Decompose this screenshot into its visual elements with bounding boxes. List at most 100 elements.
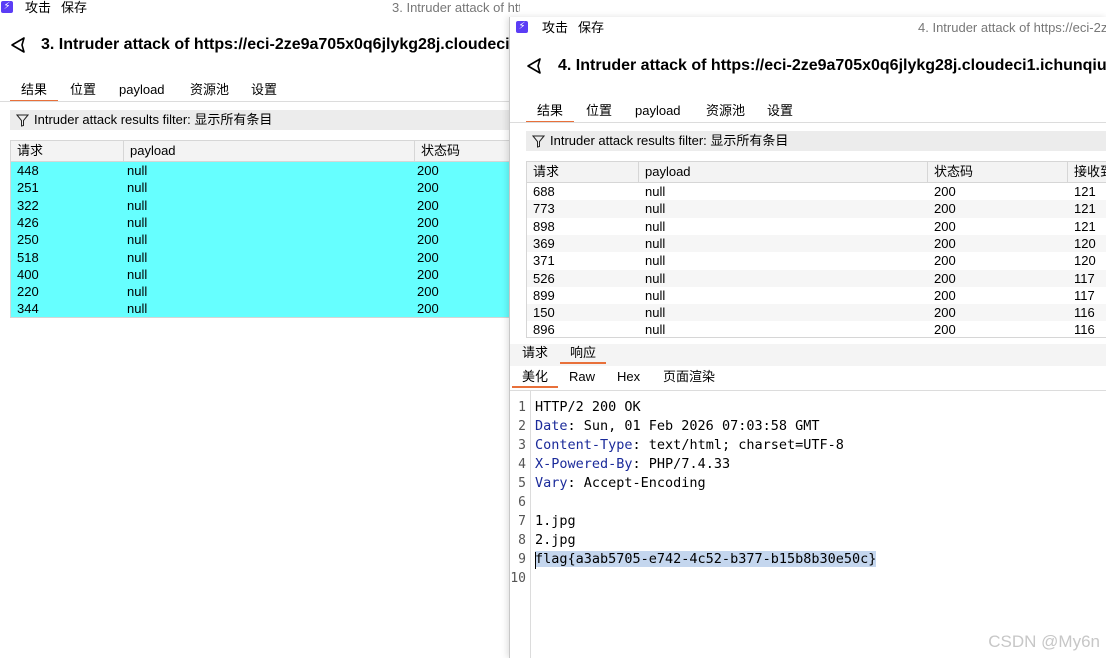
tab-settings[interactable]: 设置 — [756, 101, 804, 121]
intruder-window-3: ⚡ 攻击 保存 3. Intruder attack of https://ec… — [0, 0, 520, 658]
table-header: 请求 payload 状态码 接收到 — [527, 162, 1106, 183]
table-row[interactable]: 773 null 200 121 — [527, 200, 1106, 218]
table-cell: null — [127, 284, 148, 300]
table-cell: 200 — [417, 214, 439, 230]
table-cell: 322 — [17, 197, 39, 213]
table-row[interactable]: 250 null 200 — [11, 231, 511, 249]
attack-tabs: 结果 位置 payload 资源池 设置 — [526, 101, 1086, 123]
column-request[interactable]: 请求 — [11, 141, 124, 161]
tab-request[interactable]: 请求 — [512, 344, 558, 362]
table-cell: 117 — [1074, 270, 1095, 286]
tab-hex[interactable]: Hex — [607, 368, 650, 386]
table-row[interactable]: 426 null 200 — [11, 213, 511, 232]
table-row[interactable]: 322 null 200 — [11, 196, 511, 214]
table-row[interactable]: 371 null 200 120 — [527, 252, 1106, 269]
table-row[interactable]: 899 null 200 117 — [527, 287, 1106, 304]
table-cell: 200 — [417, 232, 439, 248]
table-row[interactable]: 526 null 200 117 — [527, 269, 1106, 287]
table-row[interactable]: 344 null 200 — [11, 300, 511, 317]
column-request[interactable]: 请求 — [527, 162, 639, 182]
tab-settings[interactable]: 设置 — [240, 80, 288, 100]
column-status[interactable]: 状态码 — [415, 141, 511, 161]
header-key: Date — [535, 418, 568, 434]
line-number: 6 — [518, 495, 526, 510]
results-filter-bar[interactable]: Intruder attack results filter: 显示所有条目 — [526, 131, 1106, 151]
intruder-icon — [527, 58, 541, 74]
table-cell: 121 — [1074, 218, 1096, 234]
flag-line: flag{a3ab5705-e742-4c52-b377-b15b8b30e50… — [535, 551, 877, 567]
table-cell: 116 — [1074, 305, 1095, 321]
table-cell: 400 — [17, 266, 39, 282]
line-number: 9 — [518, 552, 526, 567]
response-line: Vary: Accept-Encoding — [535, 475, 706, 491]
tab-resource-pool[interactable]: 资源池 — [695, 101, 756, 121]
line-text: HTTP/2 200 OK — [535, 399, 641, 415]
table-row[interactable]: 220 null 200 — [11, 283, 511, 301]
tab-pretty[interactable]: 美化 — [512, 368, 559, 388]
tab-render[interactable]: 页面渲染 — [653, 368, 725, 386]
tab-results[interactable]: 结果 — [526, 101, 575, 123]
tab-resource-pool[interactable]: 资源池 — [179, 80, 240, 100]
window-title: 4. Intruder attack of https://eci-2z — [918, 20, 1106, 35]
table-cell: null — [127, 301, 148, 317]
tab-payload[interactable]: payload — [624, 101, 692, 121]
table-row[interactable]: 150 null 200 116 — [527, 304, 1106, 322]
tab-positions[interactable]: 位置 — [59, 80, 107, 100]
table-row[interactable]: 898 null 200 121 — [527, 218, 1106, 235]
table-body: 448 null 200 251 null 200 322 null 200 426 null 200… — [11, 162, 511, 317]
table-row[interactable]: 518 null 200 — [11, 248, 511, 266]
table-cell: null — [127, 214, 148, 230]
table-cell: 896 — [533, 322, 555, 338]
line-text: 1.jpg — [535, 513, 576, 529]
line-number: 4 — [518, 457, 526, 472]
table-cell: 200 — [417, 249, 439, 265]
response-editor[interactable]: 1 2 3 4 5 6 7 8 9 10 HTTP/2 200 OK Date: Sun, 01 F… — [510, 391, 1106, 658]
attack-header: 4. Intruder attack of https://eci-2ze9a7… — [510, 55, 1106, 81]
results-filter-bar[interactable]: Intruder attack results filter: 显示所有条目 — [10, 110, 510, 130]
table-row[interactable]: 896 null 200 116 — [527, 321, 1106, 338]
response-line: Content-Type: text/html; charset=UTF-8 — [535, 437, 844, 453]
table-cell: 200 — [934, 184, 956, 199]
table-header: 请求 payload 状态码 — [11, 141, 511, 162]
response-line: 1.jpg — [535, 513, 576, 529]
tab-response[interactable]: 响应 — [560, 344, 607, 364]
attack-title: 4. Intruder attack of https://eci-2ze9a7… — [558, 57, 1106, 74]
tab-payload[interactable]: payload — [108, 80, 176, 100]
menu-save[interactable]: 保存 — [578, 20, 604, 35]
line-number: 8 — [518, 533, 526, 548]
table-cell: 200 — [417, 197, 439, 213]
menu-save[interactable]: 保存 — [61, 0, 87, 15]
table-cell: null — [127, 180, 148, 196]
table-cell: 200 — [934, 201, 956, 217]
table-cell: 200 — [934, 235, 956, 251]
menu-attack[interactable]: 攻击 — [542, 20, 568, 35]
table-cell: null — [645, 253, 666, 269]
table-row[interactable]: 369 null 200 120 — [527, 234, 1106, 253]
menubar: ⚡ 攻击 保存 3. Intruder attack of https://ec… — [0, 0, 520, 17]
table-row[interactable]: 251 null 200 — [11, 179, 511, 197]
column-received[interactable]: 接收到 — [1068, 162, 1106, 182]
tab-positions[interactable]: 位置 — [575, 101, 623, 121]
filter-icon — [16, 114, 29, 127]
header-key: Content-Type — [535, 437, 633, 453]
text-caret — [535, 552, 536, 569]
tab-raw[interactable]: Raw — [559, 368, 605, 386]
table-cell: 116 — [1074, 322, 1095, 338]
table-cell: null — [645, 184, 666, 199]
table-cell: null — [127, 232, 148, 248]
table-cell: 200 — [934, 322, 956, 338]
tab-results[interactable]: 结果 — [10, 80, 59, 102]
response-line: HTTP/2 200 OK — [535, 399, 641, 415]
column-payload[interactable]: payload — [639, 162, 928, 182]
column-status[interactable]: 状态码 — [928, 162, 1068, 182]
line-text: : Sun, 01 Feb 2026 07:03:58 GMT — [567, 418, 820, 434]
header-key: Vary — [535, 475, 568, 491]
line-number: 10 — [510, 571, 526, 586]
table-row[interactable]: 688 null 200 121 — [527, 183, 1106, 200]
column-payload[interactable]: payload — [124, 141, 415, 161]
menu-attack[interactable]: 攻击 — [25, 0, 51, 15]
table-row[interactable]: 400 null 200 — [11, 265, 511, 284]
table-row[interactable]: 448 null 200 — [11, 162, 511, 180]
table-cell: 518 — [17, 249, 39, 265]
table-cell: 120 — [1074, 253, 1096, 269]
